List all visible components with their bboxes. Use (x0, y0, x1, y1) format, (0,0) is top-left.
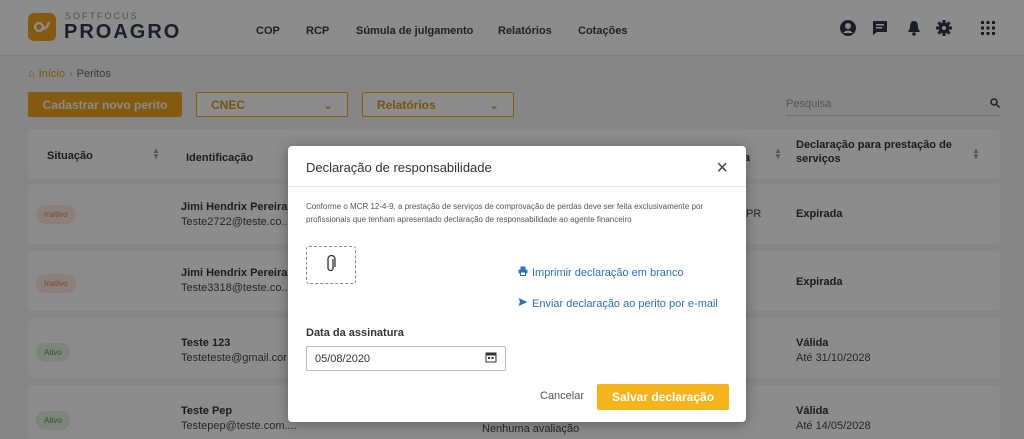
modal-description: Conforme o MCR 12-4-9, a prestação de se… (306, 202, 704, 224)
modal-title: Declaração de responsabilidade (306, 160, 492, 175)
signature-date-value: 05/08/2020 (315, 353, 371, 365)
send-email-label: Enviar declaração ao perito por e-mail (532, 297, 718, 310)
calendar-icon[interactable] (485, 351, 497, 366)
paperclip-icon (325, 254, 337, 276)
declaration-modal: Declaração de responsabilidade × Conform… (288, 146, 746, 422)
cancel-button[interactable]: Cancelar (540, 390, 584, 402)
printer-icon (518, 266, 528, 279)
send-email-link[interactable]: Enviar declaração ao perito por e-mail (518, 297, 718, 310)
send-icon (518, 297, 528, 310)
print-blank-label: Imprimir declaração em branco (532, 266, 684, 279)
divider (288, 186, 746, 187)
signature-date-field[interactable]: 05/08/2020 (306, 346, 506, 371)
attach-file-button[interactable] (306, 246, 356, 284)
print-blank-link[interactable]: Imprimir declaração em branco (518, 266, 684, 279)
close-icon[interactable]: × (716, 158, 728, 178)
save-declaration-button[interactable]: Salvar declaração (597, 384, 729, 410)
signature-date-label: Data da assinatura (306, 327, 404, 339)
